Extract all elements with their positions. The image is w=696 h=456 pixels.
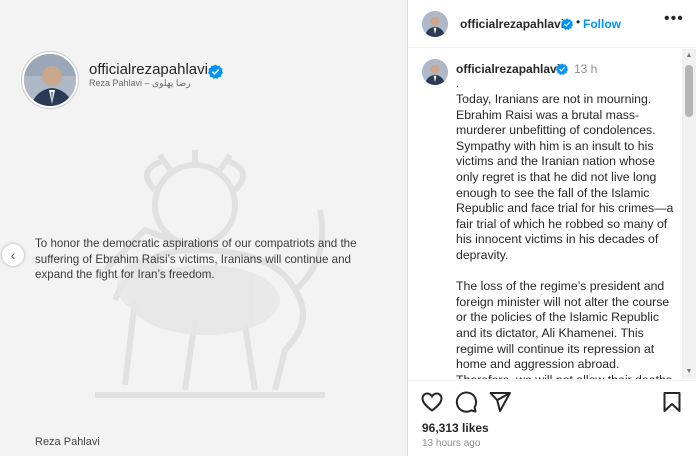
follow-button[interactable]: Follow xyxy=(583,17,621,31)
post-image[interactable]: officialrezapahlavi Reza Pahlavi – رضا پ… xyxy=(0,0,408,456)
caption-paragraph: The loss of the regime’s president and f… xyxy=(456,279,672,379)
verified-badge-icon xyxy=(561,18,573,30)
caption-timestamp[interactable]: 13 h xyxy=(574,62,597,76)
avatar xyxy=(22,52,78,108)
share-icon[interactable] xyxy=(488,390,512,414)
more-options-icon[interactable]: ••• xyxy=(664,10,684,28)
scroll-up-arrow-icon[interactable]: ▲ xyxy=(682,51,696,61)
post-timestamp[interactable]: 13 hours ago xyxy=(422,438,480,449)
post-header: officialrezapahlavi • Follow ••• xyxy=(408,0,696,48)
image-quote-text: To honor the democratic aspirations of o… xyxy=(35,237,357,281)
caption-scrollbar[interactable]: ▲ ▼ xyxy=(682,49,696,379)
author-username-link[interactable]: officialrezapahlavi xyxy=(460,17,564,31)
previous-slide-button[interactable]: ‹ xyxy=(2,244,24,266)
image-header-username: officialrezapahlavi xyxy=(89,61,208,78)
separator-dot: • xyxy=(576,15,581,29)
image-footer-name: Reza Pahlavi xyxy=(35,436,100,448)
post-sidebar: officialrezapahlavi • Follow ••• officia… xyxy=(408,0,696,456)
caption-paragraph: Today, Iranians are not in mourning. Ebr… xyxy=(456,92,674,262)
caption-text: Today, Iranians are not in mourning. Ebr… xyxy=(456,92,678,379)
scrollbar-thumb[interactable] xyxy=(685,65,693,117)
scroll-down-arrow-icon[interactable]: ▼ xyxy=(682,367,696,377)
caption-author-avatar[interactable] xyxy=(422,59,448,85)
verified-badge-icon xyxy=(556,63,568,75)
verified-badge-icon xyxy=(208,64,223,79)
image-header-subtitle: Reza Pahlavi – رضا پهلوی xyxy=(89,78,191,88)
caption-area: officialrezapahlavi 13 h . Today, Irania… xyxy=(408,49,696,379)
author-avatar[interactable] xyxy=(422,11,448,37)
comment-icon[interactable] xyxy=(454,390,478,414)
caption-lead: . xyxy=(456,78,460,90)
heart-icon[interactable] xyxy=(420,390,444,414)
caption-username-link[interactable]: officialrezapahlavi xyxy=(456,62,560,76)
like-count[interactable]: 96,313 likes xyxy=(422,421,489,435)
chevron-left-icon: ‹ xyxy=(10,247,16,263)
post-actions: 96,313 likes 13 hours ago xyxy=(408,380,696,456)
bookmark-icon[interactable] xyxy=(660,390,684,414)
